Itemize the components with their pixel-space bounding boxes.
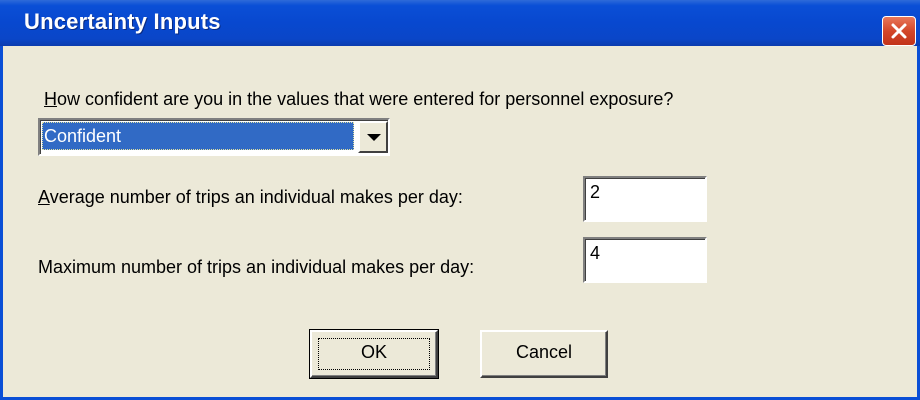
chevron-down-icon: [367, 134, 381, 141]
ok-focus-rect: [318, 338, 430, 370]
close-button[interactable]: [882, 16, 916, 46]
cancel-button-label: Cancel: [515, 342, 573, 362]
title-bar[interactable]: Uncertainty Inputs: [0, 0, 920, 46]
cancel-button[interactable]: Cancel: [480, 330, 608, 378]
confidence-selected-value: Confident: [42, 122, 354, 150]
confidence-question-label: How confident are you in the values that…: [44, 89, 673, 110]
question-mnemonic: H: [44, 89, 57, 109]
ok-button[interactable]: OK: [309, 329, 439, 379]
confidence-dropdown[interactable]: Confident: [38, 118, 390, 156]
avg-trips-input[interactable]: 2: [583, 176, 707, 222]
question-text: ow confident are you in the values that …: [57, 89, 674, 109]
avg-trips-label: Average number of trips an individual ma…: [38, 187, 463, 208]
dropdown-arrow-button[interactable]: [358, 121, 388, 153]
max-trips-input[interactable]: 4: [583, 237, 707, 283]
avg-trips-label-text: verage number of trips an individual mak…: [49, 187, 463, 207]
close-icon: [891, 23, 907, 39]
dialog-window: Uncertainty Inputs How confident are you…: [0, 0, 920, 400]
avg-trips-mnemonic: A: [38, 187, 50, 207]
window-title: Uncertainty Inputs: [24, 9, 221, 34]
max-trips-label: Maximum number of trips an individual ma…: [38, 257, 475, 277]
window-frame-left: [0, 46, 3, 400]
